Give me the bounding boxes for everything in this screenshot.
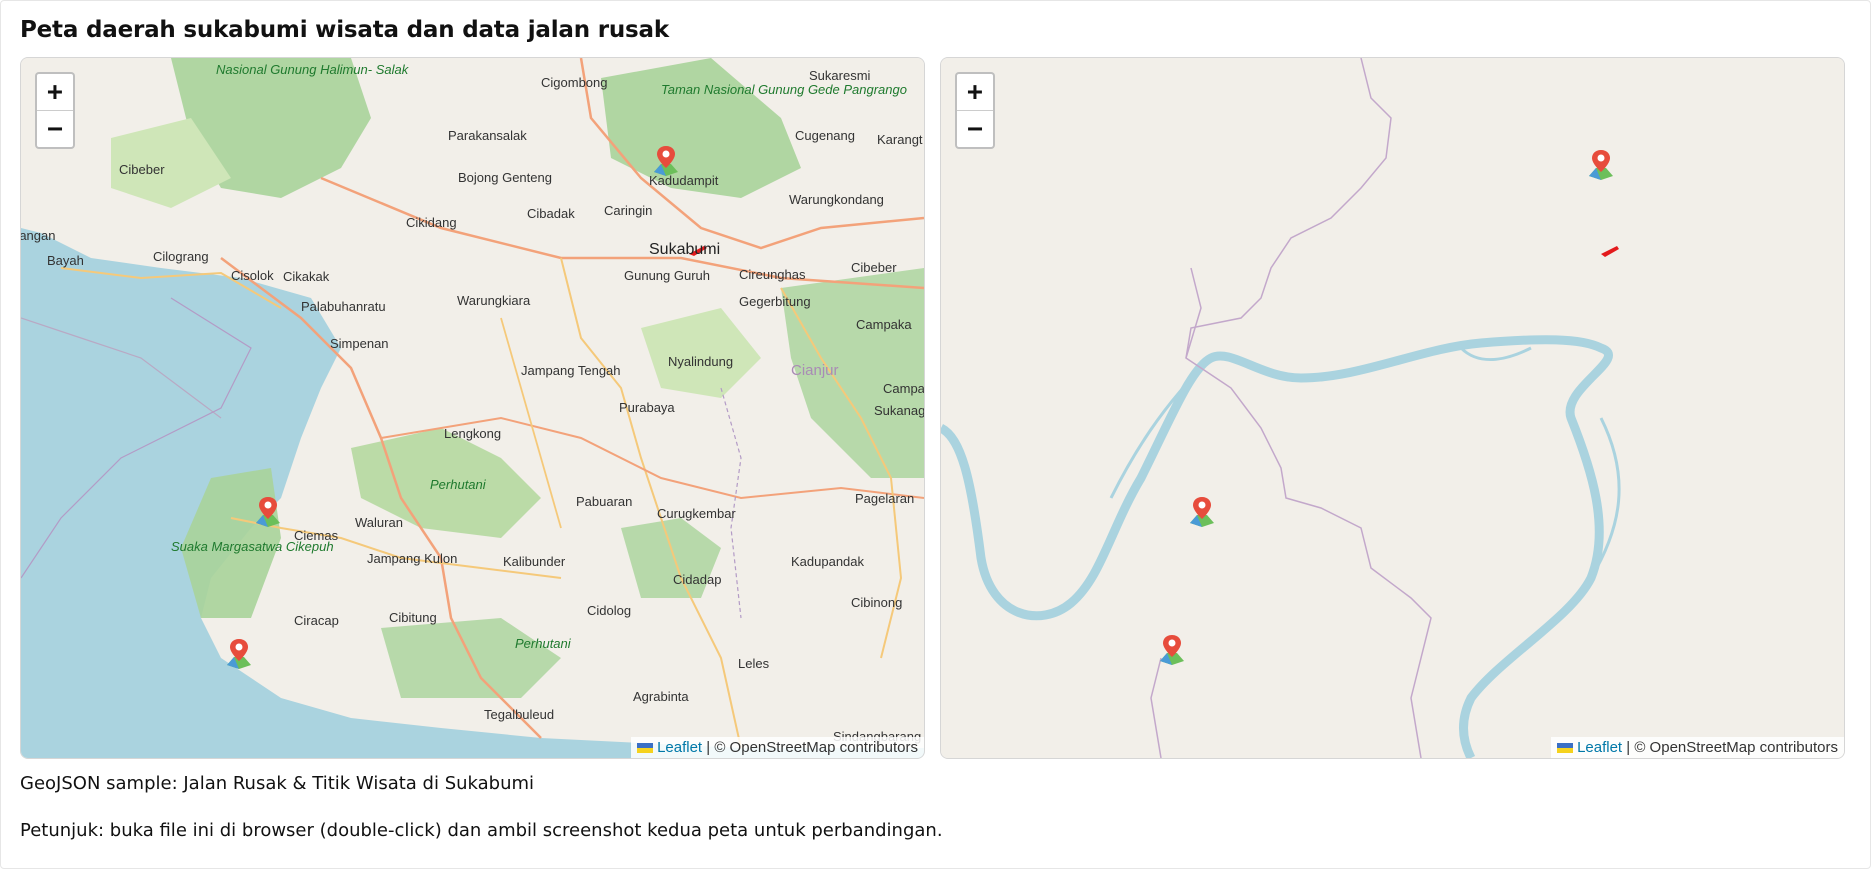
map-label: Agrabinta bbox=[633, 689, 689, 704]
map-label: Cikidang bbox=[406, 215, 457, 230]
map-label: Warungkondang bbox=[789, 192, 884, 207]
map-label: Cianjur bbox=[791, 362, 839, 379]
map-pin-icon[interactable] bbox=[1157, 633, 1187, 667]
map-label: Pabuaran bbox=[576, 494, 632, 509]
zoom-in-button[interactable]: + bbox=[37, 74, 73, 110]
ukraine-flag-icon bbox=[1557, 743, 1574, 753]
map-label: Suaka Margasatwa Cikepuh bbox=[171, 539, 334, 554]
zoom-control: + − bbox=[955, 72, 995, 149]
attribution-text: | © OpenStreetMap contributors bbox=[1622, 739, 1838, 756]
map-label: Parakansalak bbox=[448, 128, 527, 143]
map-label: Cikakak bbox=[283, 269, 330, 284]
map-label: Jampang Kulon bbox=[367, 551, 457, 566]
map-label: Cilograng bbox=[153, 249, 209, 264]
map-label: Gunung Guruh bbox=[624, 268, 710, 283]
attribution: Leaflet | © OpenStreetMap contributors bbox=[1551, 737, 1844, 758]
map-label: Perhutani bbox=[430, 477, 487, 492]
zoom-out-button[interactable]: − bbox=[37, 110, 73, 147]
leaflet-link[interactable]: Leaflet bbox=[657, 739, 702, 756]
map-label: Simpenan bbox=[330, 336, 389, 351]
map-right[interactable]: + − Leaflet | © OpenStreetMap contributo… bbox=[940, 57, 1845, 759]
map-label: Jampang Tengah bbox=[521, 363, 621, 378]
map-label: Ciracap bbox=[294, 613, 339, 628]
map-label: Campaka bbox=[856, 317, 912, 332]
map-label: Taman Nasional Gunung Gede Pangrango bbox=[661, 82, 907, 97]
map-label: Cireunghas bbox=[739, 267, 806, 282]
attribution-text: | © OpenStreetMap contributors bbox=[702, 739, 918, 756]
map-label: Sukanagara bbox=[874, 403, 924, 418]
map-label: Sukabumi bbox=[649, 241, 720, 258]
map-pin-icon[interactable] bbox=[651, 144, 681, 178]
map-left[interactable]: Nasional Gunung Halimun- Salak Cigombong… bbox=[20, 57, 925, 759]
map-label: Sukaresmi bbox=[809, 68, 871, 83]
map-label: Nyalindung bbox=[668, 354, 733, 369]
zoom-control: + − bbox=[35, 72, 75, 149]
map-label: Campakam bbox=[883, 381, 924, 396]
map-label: Cibitung bbox=[389, 610, 437, 625]
map-label: Cidadap bbox=[673, 572, 721, 587]
instructions-text: Petunjuk: buka file ini di browser (doub… bbox=[20, 820, 943, 841]
osm-tile-layer: Nasional Gunung Halimun- Salak Cigombong… bbox=[21, 58, 924, 758]
zoom-in-button[interactable]: + bbox=[957, 74, 993, 110]
map-label: Nasional Gunung Halimun- Salak bbox=[216, 62, 410, 77]
map-label: rangan bbox=[21, 228, 55, 243]
map-label: Purabaya bbox=[619, 400, 675, 415]
map-pin-icon[interactable] bbox=[1586, 148, 1616, 182]
map-label: Palabuhanratu bbox=[301, 299, 386, 314]
map-label: Cibinong bbox=[851, 595, 902, 610]
map-label: Bayah bbox=[47, 253, 84, 268]
map-label: Lengkong bbox=[444, 426, 501, 441]
map-label: Pagelaran bbox=[855, 491, 914, 506]
zoom-out-button[interactable]: − bbox=[957, 110, 993, 147]
ukraine-flag-icon bbox=[637, 743, 654, 753]
map-label: Cibeber bbox=[119, 162, 165, 177]
map-label: Kadupandak bbox=[791, 554, 865, 569]
map-pin-icon[interactable] bbox=[253, 495, 283, 529]
map-label: Cisolok bbox=[231, 268, 274, 283]
map-label: Perhutani bbox=[515, 636, 572, 651]
map-label: Cibadak bbox=[527, 206, 575, 221]
page-title: Peta daerah sukabumi wisata dan data jal… bbox=[20, 17, 669, 43]
leaflet-link[interactable]: Leaflet bbox=[1577, 739, 1622, 756]
map-label: Warungkiara bbox=[457, 293, 531, 308]
map-label: Cigombong bbox=[541, 75, 608, 90]
map-label: Karangt bbox=[877, 132, 923, 147]
map-pin-icon[interactable] bbox=[224, 637, 254, 671]
map-label: Caringin bbox=[604, 203, 652, 218]
attribution: Leaflet | © OpenStreetMap contributors bbox=[631, 737, 924, 758]
map-label: Cugenang bbox=[795, 128, 855, 143]
map-pin-icon[interactable] bbox=[1187, 495, 1217, 529]
map-label: Kalibunder bbox=[503, 554, 566, 569]
map-label: Tegalbuleud bbox=[484, 707, 554, 722]
map-label: Cibeber bbox=[851, 260, 897, 275]
map-label: Curugkembar bbox=[657, 506, 736, 521]
map-label: Leles bbox=[738, 656, 770, 671]
map-label: Gegerbitung bbox=[739, 294, 811, 309]
map-label: Bojong Genteng bbox=[458, 170, 552, 185]
map-label: Waluran bbox=[355, 515, 403, 530]
osm-tile-layer bbox=[941, 58, 1844, 758]
map-label: Cidolog bbox=[587, 603, 631, 618]
map-caption: GeoJSON sample: Jalan Rusak & Titik Wisa… bbox=[20, 773, 535, 794]
